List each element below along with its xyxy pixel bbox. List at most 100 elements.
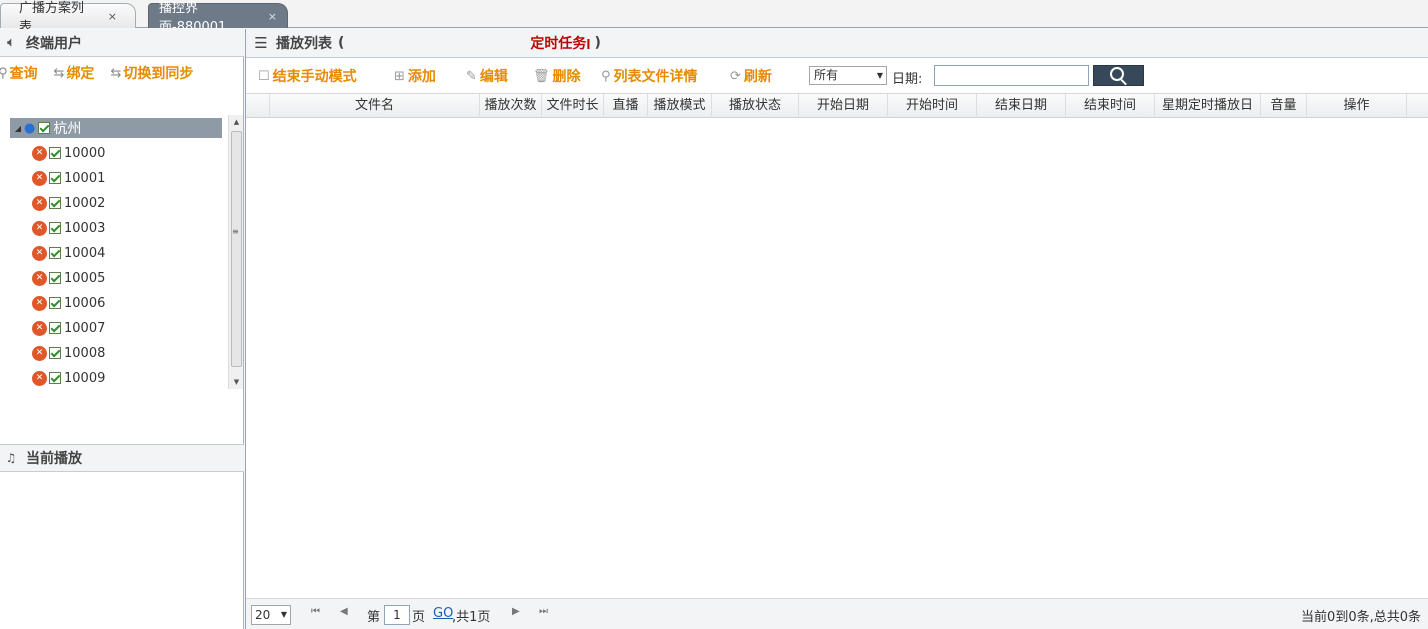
pagination-bar: 20 ▼ ⏮ ◀ 第 1 页 GO ,共1页 ▶ ⏭ 当前0到0条,总共0条 [246, 598, 1428, 629]
timer-truncation: ǀ [586, 36, 591, 50]
col-weekday-schedule[interactable]: 星期定时播放日 [1155, 94, 1261, 118]
tree-item-label: 10001 [64, 170, 106, 186]
col-end-date[interactable]: 结束日期 [977, 94, 1066, 118]
total-pages: ,共1页 [452, 610, 491, 625]
expand-triangle-icon[interactable]: ◢ [12, 124, 24, 133]
switch-sync-button[interactable]: ⇆ 切换到同步 [110, 63, 193, 83]
col-play-status[interactable]: 播放状态 [712, 94, 799, 118]
col-play-mode[interactable]: 播放模式 [648, 94, 712, 118]
col-start-time[interactable]: 开始时间 [888, 94, 977, 118]
query-label: 查询 [9, 66, 38, 82]
panel-title: 终端用户 [26, 35, 82, 52]
tree-item[interactable]: ✕ 10005 [32, 268, 105, 288]
close-icon[interactable]: × [108, 10, 117, 23]
tree-item[interactable]: ✕ 10003 [32, 218, 105, 238]
tree-checkbox[interactable] [49, 197, 61, 209]
tree-checkbox[interactable] [49, 347, 61, 359]
record-info: 当前0到0条,总共0条 [1301, 610, 1421, 625]
status-filter-select[interactable]: 所有 ▼ [809, 66, 887, 85]
col-live[interactable]: 直播 [604, 94, 648, 118]
edit-button[interactable]: ✎ 编辑 [466, 66, 508, 86]
tree-item[interactable]: ✕ 10004 [32, 243, 105, 263]
col-end-time[interactable]: 结束时间 [1066, 94, 1155, 118]
tree-checkbox[interactable] [49, 222, 61, 234]
tree-item[interactable]: ✕ 10006 [32, 293, 105, 313]
timer-task-label: 定时任务 [530, 36, 587, 52]
last-page-icon[interactable]: ⏭ [539, 606, 548, 617]
page-prefix: 第 [367, 610, 381, 625]
left-toolbar: ⚲ 查询 ⇆ 绑定 ⇆ 切换到同步 [0, 59, 244, 87]
scroll-down-arrow-icon[interactable]: ▼ [229, 375, 244, 389]
search-icon: ⚲ [0, 65, 8, 81]
page-number-input[interactable]: 1 [384, 605, 410, 625]
tab-bar: 广播方案列表 × 播控界面-880001 × [0, 0, 1428, 35]
date-input[interactable] [934, 65, 1089, 86]
tree-checkbox[interactable] [49, 272, 61, 284]
tree-scrollbar[interactable]: ▲ ≡ ▼ [228, 115, 243, 389]
end-manual-mode-button[interactable]: ☐ 结束手动模式 [258, 66, 357, 86]
refresh-icon: ⟳ [730, 68, 741, 84]
col-volume[interactable]: 音量 [1261, 94, 1307, 118]
playlist-title: 播放列表 [276, 36, 332, 52]
tab-play-control[interactable]: 播控界面-880001 × [148, 1, 288, 35]
list-icon: ☰ [254, 34, 268, 52]
list-file-details-button[interactable]: ⚲ 列表文件详情 [601, 66, 698, 86]
tree-item[interactable]: ✕ 10002 [32, 193, 105, 213]
chevron-down-icon: ▼ [280, 610, 287, 619]
offline-icon: ✕ [32, 245, 47, 261]
tree-item[interactable]: ✕ 10001 [32, 168, 105, 188]
tree-checkbox[interactable] [49, 372, 61, 384]
offline-icon: ✕ [32, 270, 47, 286]
delete-button[interactable]: 🗑︎ 删除 [533, 66, 581, 86]
col-file-name[interactable]: 文件名 [270, 94, 480, 118]
query-button[interactable]: ⚲ 查询 [0, 63, 38, 83]
close-icon[interactable]: × [268, 10, 277, 23]
switch-sync-label: 切换到同步 [123, 66, 194, 82]
bind-button[interactable]: ⇆ 绑定 [54, 63, 95, 83]
tab-broadcast-plans[interactable]: 广播方案列表 × [0, 1, 136, 35]
add-button[interactable]: ⊞ 添加 [394, 66, 436, 86]
tree-checkbox[interactable] [49, 322, 61, 334]
page-size-select[interactable]: 20 ▼ [251, 605, 291, 625]
tree-item-label: 10007 [64, 320, 106, 336]
speaker-icon: 🔈︎ [7, 35, 15, 49]
col-actions[interactable]: 操作 [1307, 94, 1407, 118]
stop-square-icon: ☐ [258, 68, 270, 84]
tree-item-label: 10000 [64, 145, 106, 161]
playlist-header: ☰ 播放列表 ( 定时任务 ǀ ) [246, 29, 1428, 58]
col-row-number [246, 94, 270, 118]
col-play-count[interactable]: 播放次数 [480, 94, 542, 118]
tree-checkbox[interactable] [38, 122, 51, 134]
tree-checkbox[interactable] [49, 297, 61, 309]
first-page-icon[interactable]: ⏮ [311, 606, 320, 617]
tree-root-node[interactable]: ◢ ● 杭州 [10, 118, 222, 138]
offline-icon: ✕ [32, 320, 47, 336]
left-panel: 🔈︎ 终端用户 ⚲ 查询 ⇆ 绑定 ⇆ 切换到同步 ◢ ● 杭州 ✕ 10000… [0, 29, 244, 629]
next-page-icon[interactable]: ▶ [512, 606, 520, 617]
search-button[interactable] [1093, 65, 1144, 86]
scroll-up-arrow-icon[interactable]: ▲ [229, 115, 244, 129]
scrollbar-thumb[interactable] [231, 131, 242, 367]
tree-checkbox[interactable] [49, 247, 61, 259]
refresh-button[interactable]: ⟳ 刷新 [730, 66, 772, 86]
add-file-icon: ⊞ [394, 68, 405, 84]
terminal-tree: ◢ ● 杭州 ✕ 10000 ✕ 10001 ✕ 10002 ✕ 10003 ✕ 1000… [0, 115, 244, 389]
tree-item[interactable]: ✕ 10008 [32, 343, 105, 363]
tree-checkbox[interactable] [49, 147, 61, 159]
tree-item[interactable]: ✕ 10009 [32, 368, 105, 388]
music-note-icon: ♫ [5, 451, 17, 465]
col-start-date[interactable]: 开始日期 [799, 94, 888, 118]
col-file-duration[interactable]: 文件时长 [542, 94, 604, 118]
tree-item[interactable]: ✕ 10000 [32, 143, 105, 163]
filter-value: 所有 [814, 68, 839, 82]
tree-item[interactable]: ✕ 10007 [32, 318, 105, 338]
tree-checkbox[interactable] [49, 172, 61, 184]
tree-item-label: 10005 [64, 270, 106, 286]
tree-item-label: 10009 [64, 370, 106, 386]
app-root: 广播方案列表 × 播控界面-880001 × 🔈︎ 终端用户 ⚲ 查询 ⇆ 绑定… [0, 0, 1428, 629]
location-pin-icon: ● [24, 120, 36, 136]
go-link[interactable]: GO [433, 606, 453, 621]
prev-page-icon[interactable]: ◀ [340, 606, 348, 617]
offline-icon: ✕ [32, 370, 47, 386]
search-icon: ⚲ [601, 68, 611, 84]
